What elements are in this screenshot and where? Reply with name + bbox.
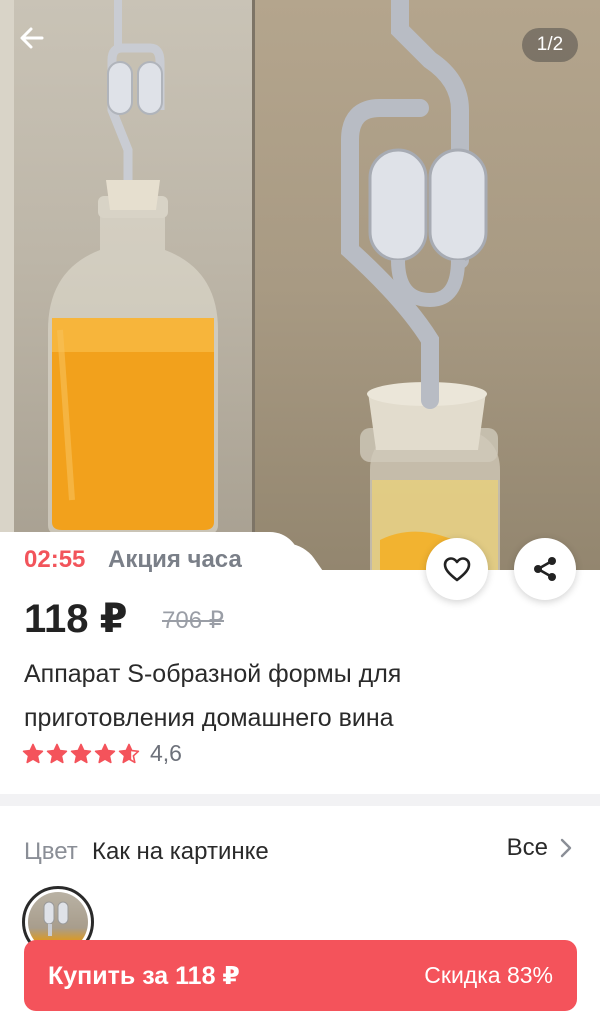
buy-button[interactable]: Купить за 118 ₽ Скидка 83%	[24, 940, 577, 1011]
product-photo-illustration	[0, 0, 500, 570]
chevron-right-icon	[560, 838, 572, 858]
arrow-left-icon	[20, 27, 44, 49]
star-icon	[118, 743, 140, 764]
buy-button-label: Купить за 118 ₽	[48, 961, 240, 990]
rating-value: 4,6	[150, 740, 182, 766]
discount-label: Скидка 83%	[424, 962, 553, 988]
product-image-gallery[interactable]: 1/2	[0, 0, 600, 570]
rating-stars	[22, 743, 140, 764]
star-icon	[70, 743, 92, 764]
share-button[interactable]	[514, 538, 576, 600]
all-colors-label: Все	[506, 834, 548, 861]
product-info-card: 02:55 Акция часа 118 ₽ 706 ₽ Аппарат S-о…	[0, 532, 600, 794]
color-label: Цвет	[24, 838, 78, 865]
back-button[interactable]	[18, 24, 62, 68]
all-colors-link[interactable]: Все	[507, 834, 572, 862]
image-counter: 1/2	[522, 28, 578, 62]
old-price: 706 ₽	[162, 607, 224, 634]
promo-timer: 02:55	[24, 546, 86, 573]
section-divider	[0, 794, 600, 806]
heart-icon	[443, 557, 471, 582]
product-rating[interactable]: 4,6	[22, 740, 182, 767]
star-icon	[94, 743, 116, 764]
star-icon	[22, 743, 44, 764]
color-value: Как на картинке	[92, 838, 269, 865]
star-icon	[46, 743, 68, 764]
product-title: Аппарат S-образной формы для приготовлен…	[24, 660, 402, 732]
current-price: 118 ₽	[24, 597, 128, 641]
color-selector-row: Цвет Как на картинке Все	[0, 830, 600, 870]
favorite-button[interactable]	[426, 538, 488, 600]
promo-label: Акция часа	[108, 546, 242, 573]
share-icon	[534, 557, 556, 581]
